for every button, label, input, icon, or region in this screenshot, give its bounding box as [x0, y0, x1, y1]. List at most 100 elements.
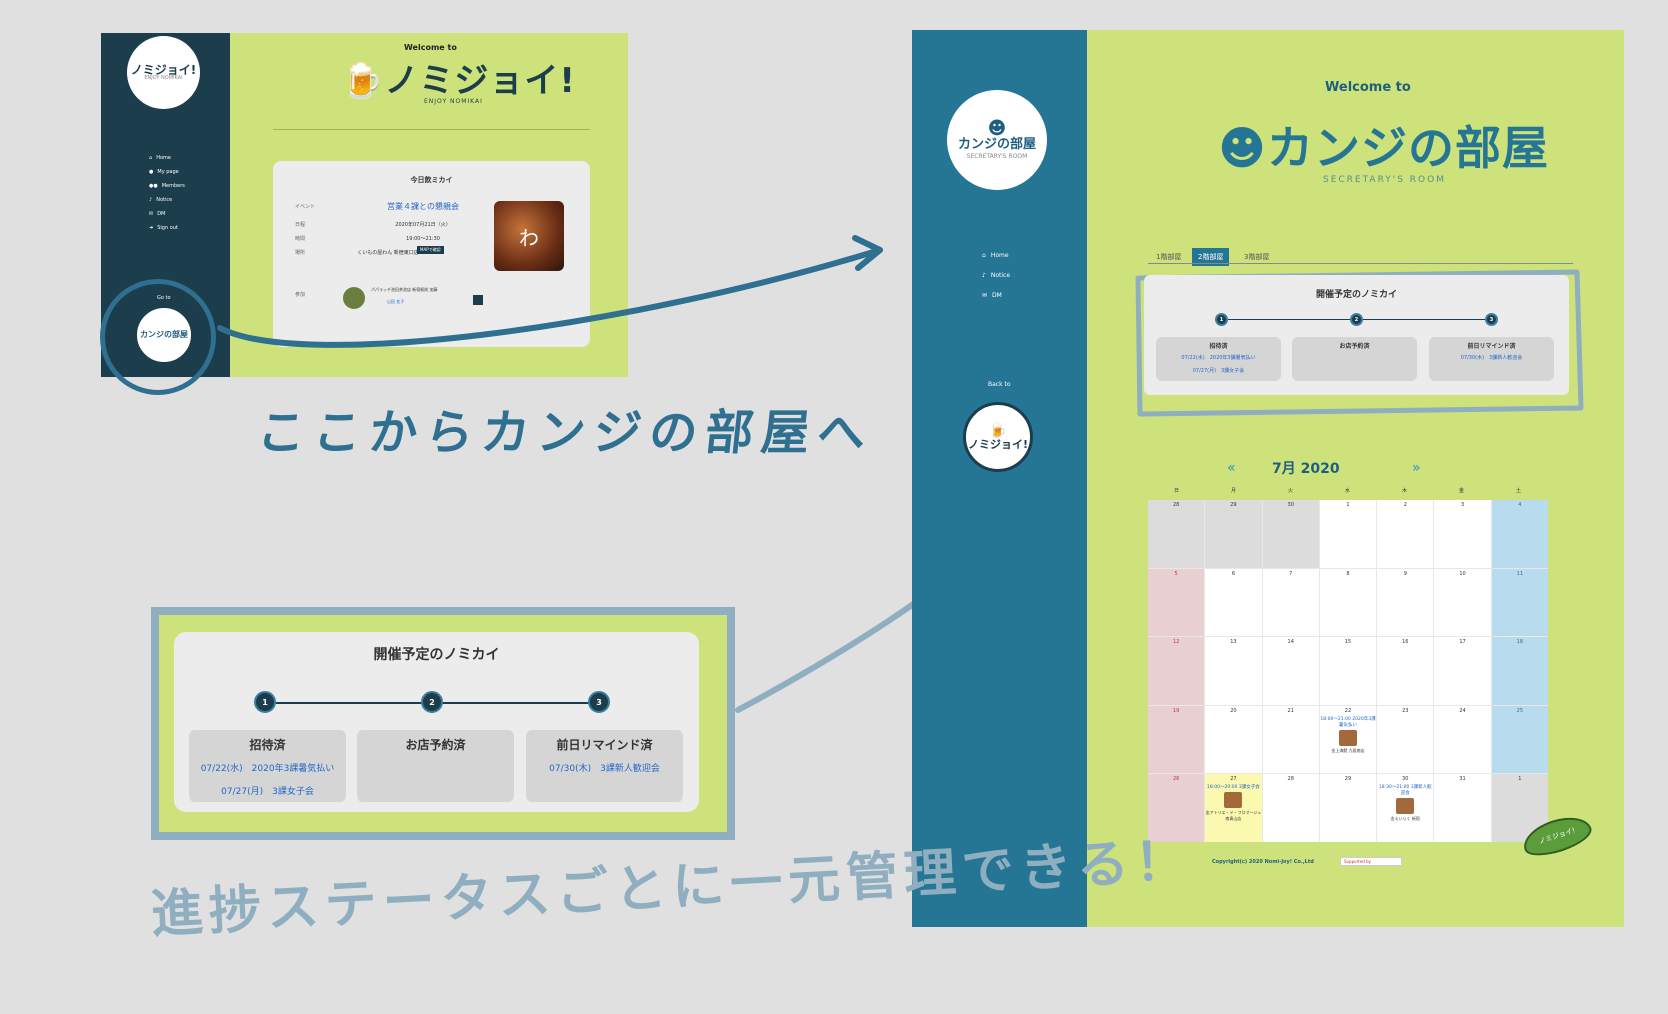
day-number: 28 [1287, 776, 1294, 783]
calendar-day[interactable]: 24 [1434, 705, 1491, 774]
calendar-day[interactable]: 2 [1377, 500, 1434, 568]
day-number: 24 [1459, 707, 1466, 714]
calendar-day[interactable]: 30 18:30〜21:00 3課新人歓迎会 金えいらく 新宿 [1377, 774, 1434, 842]
next-month-button[interactable]: » [1412, 460, 1421, 476]
big-logo[interactable]: ☻ カンジの部屋 SECRETARY'S ROOM [947, 90, 1047, 190]
weekday-label: 火 [1287, 488, 1293, 494]
day-number: 26 [1172, 776, 1180, 783]
zoomed-planned-card: 開催予定のノミカイ 1 2 3 招待済 07/22(水) 2020年3課暑気払い… [174, 632, 699, 812]
day-number: 2 [1403, 502, 1407, 508]
bearded-face-icon: ☻ [987, 117, 1007, 139]
big-nomi-badge[interactable]: 🍺 ノミジョイ! [963, 402, 1033, 472]
calendar-day[interactable]: 1 [1319, 500, 1377, 568]
day-number: 19 [1172, 707, 1180, 714]
calendar-day[interactable]: 16 [1377, 637, 1434, 705]
day-number: 25 [1516, 707, 1524, 714]
calendar-day[interactable]: 29 [1205, 500, 1262, 568]
calendar-day[interactable]: 12 [1148, 637, 1205, 705]
calendar-day[interactable]: 31 [1434, 774, 1491, 842]
calendar-day[interactable]: 13 [1205, 637, 1262, 705]
big-welcome: Welcome to [1325, 80, 1411, 95]
calendar-day[interactable]: 21 [1262, 705, 1319, 774]
calendar-event[interactable]: 18:30〜21:00 3課新人歓迎会 [1377, 784, 1433, 796]
step-1-dot: 1 [1215, 313, 1228, 326]
step-3-box: 前日リマインド済 07/30(木) 3課新人歓迎会 [526, 730, 683, 802]
day-number: 15 [1344, 639, 1352, 646]
step-2-box: お店予約済 [1292, 337, 1417, 381]
weekday-label: 土 [1515, 488, 1521, 494]
calendar-day[interactable]: 4 [1491, 500, 1548, 568]
day-number: 5 [1174, 570, 1178, 577]
calendar-day[interactable]: 11 [1491, 568, 1548, 637]
day-number: 13 [1230, 639, 1237, 646]
calendar-day[interactable]: 30 [1262, 500, 1319, 568]
calendar-day[interactable]: 14 [1262, 637, 1319, 705]
step-1-item-1[interactable]: 07/22(水) 2020年3課暑気払い [1156, 354, 1281, 361]
step-3-box: 前日リマインド済 07/30(木) 3課新人歓迎会 [1429, 337, 1554, 381]
calendar-day[interactable]: 10 [1434, 568, 1491, 637]
day-number: 9 [1403, 570, 1407, 577]
calendar-day[interactable]: 7 [1262, 568, 1319, 637]
day-number: 12 [1172, 639, 1180, 646]
calendar-day[interactable]: 20 [1205, 705, 1262, 774]
copyright: Copyright(c) 2020 Nomi-Joy! Co.,Ltd [1212, 859, 1314, 865]
calendar-day[interactable]: 6 [1205, 568, 1262, 637]
calendar-day[interactable]: 9 [1377, 568, 1434, 637]
big-nav-home[interactable]: ⌂ Home [982, 252, 1009, 259]
bearded-face-icon: ☻ [1218, 121, 1267, 175]
day-number: 18 [1516, 639, 1524, 646]
day-number: 29 [1230, 502, 1237, 508]
step-1-dot: 1 [254, 691, 276, 713]
calendar-event[interactable]: 18:00〜21:00 2020年3課暑気払い [1320, 716, 1376, 728]
calendar-day[interactable]: 25 [1491, 705, 1548, 774]
day-number: 28 [1172, 502, 1180, 508]
event-shop: 金アトリエ・ド・フロマージュ 南青山店 [1205, 810, 1262, 822]
big-backto-label: Back to [988, 381, 1011, 388]
calendar-day[interactable]: 19 [1148, 705, 1205, 774]
day-number: 1 [1518, 776, 1522, 783]
support-banner[interactable]: Supported by [1340, 857, 1402, 866]
prev-month-button[interactable]: « [1227, 460, 1236, 476]
big-screenshot: ☻ カンジの部屋 SECRETARY'S ROOM ⌂ Home ♪ Notice ✉ D… [912, 30, 1624, 927]
weekday-label: 月 [1230, 488, 1236, 494]
calendar-grid: 28 29 30 1 2 3 4 5 6 7 8 9 10 11 12 13 14 15 16 17 18 19 20 21 2… [1148, 500, 1548, 842]
calendar-day[interactable]: 23 [1377, 705, 1434, 774]
event-photo [1224, 792, 1243, 809]
day-number: 30 [1402, 776, 1409, 783]
home-icon: ⌂ [982, 252, 986, 259]
big-nav-dm[interactable]: ✉ DM [982, 292, 1002, 299]
step-3-item-1[interactable]: 07/30(木) 3課新人歓迎会 [1429, 354, 1554, 361]
big-nav-notice[interactable]: ♪ Notice [982, 272, 1010, 279]
calendar-day[interactable]: 22 18:00〜21:00 2020年3課暑気払い 金上海館 九段南店 [1319, 705, 1377, 774]
day-number: 17 [1459, 639, 1466, 646]
calendar-event[interactable]: 18:00〜20:00 3課女子会 [1205, 784, 1261, 790]
step-1-item-1[interactable]: 07/22(水) 2020年3課暑気払い [189, 761, 346, 774]
step-1-label: 招待済 [249, 738, 286, 752]
step-1-item-2[interactable]: 07/27(月) 3課女子会 [1156, 367, 1281, 374]
weekday-label: 水 [1344, 488, 1350, 494]
calendar-day[interactable]: 18 [1491, 637, 1548, 705]
calendar-day[interactable]: 29 [1319, 774, 1377, 842]
day-number: 23 [1402, 707, 1409, 714]
day-number: 20 [1230, 707, 1237, 714]
step-1-item-2[interactable]: 07/27(月) 3課女子会 [189, 784, 346, 797]
beer-mug-icon: 🍺 [989, 422, 1007, 439]
calendar-day[interactable]: 15 [1319, 637, 1377, 705]
calendar-day[interactable]: 28 [1148, 500, 1205, 568]
calendar-day[interactable]: 5 [1148, 568, 1205, 637]
step-3-dot: 3 [588, 691, 610, 713]
calendar-day[interactable]: 27 18:00〜20:00 3課女子会 金アトリエ・ド・フロマージュ 南青山店 [1205, 774, 1262, 842]
step-3-item-1[interactable]: 07/30(木) 3課新人歓迎会 [526, 761, 683, 774]
calendar-day[interactable]: 28 [1262, 774, 1319, 842]
calendar-month: 7月 2020 [1272, 461, 1340, 477]
day-number: 30 [1287, 502, 1294, 508]
weekday-label: 金 [1458, 488, 1464, 494]
day-number: 10 [1459, 570, 1466, 577]
step-3-dot: 3 [1485, 313, 1498, 326]
day-number: 22 [1344, 707, 1352, 714]
calendar-day[interactable]: 8 [1319, 568, 1377, 637]
calendar-day[interactable]: 3 [1434, 500, 1491, 568]
calendar-day[interactable]: 17 [1434, 637, 1491, 705]
day-number: 8 [1346, 570, 1350, 577]
step-2-dot: 2 [421, 691, 443, 713]
